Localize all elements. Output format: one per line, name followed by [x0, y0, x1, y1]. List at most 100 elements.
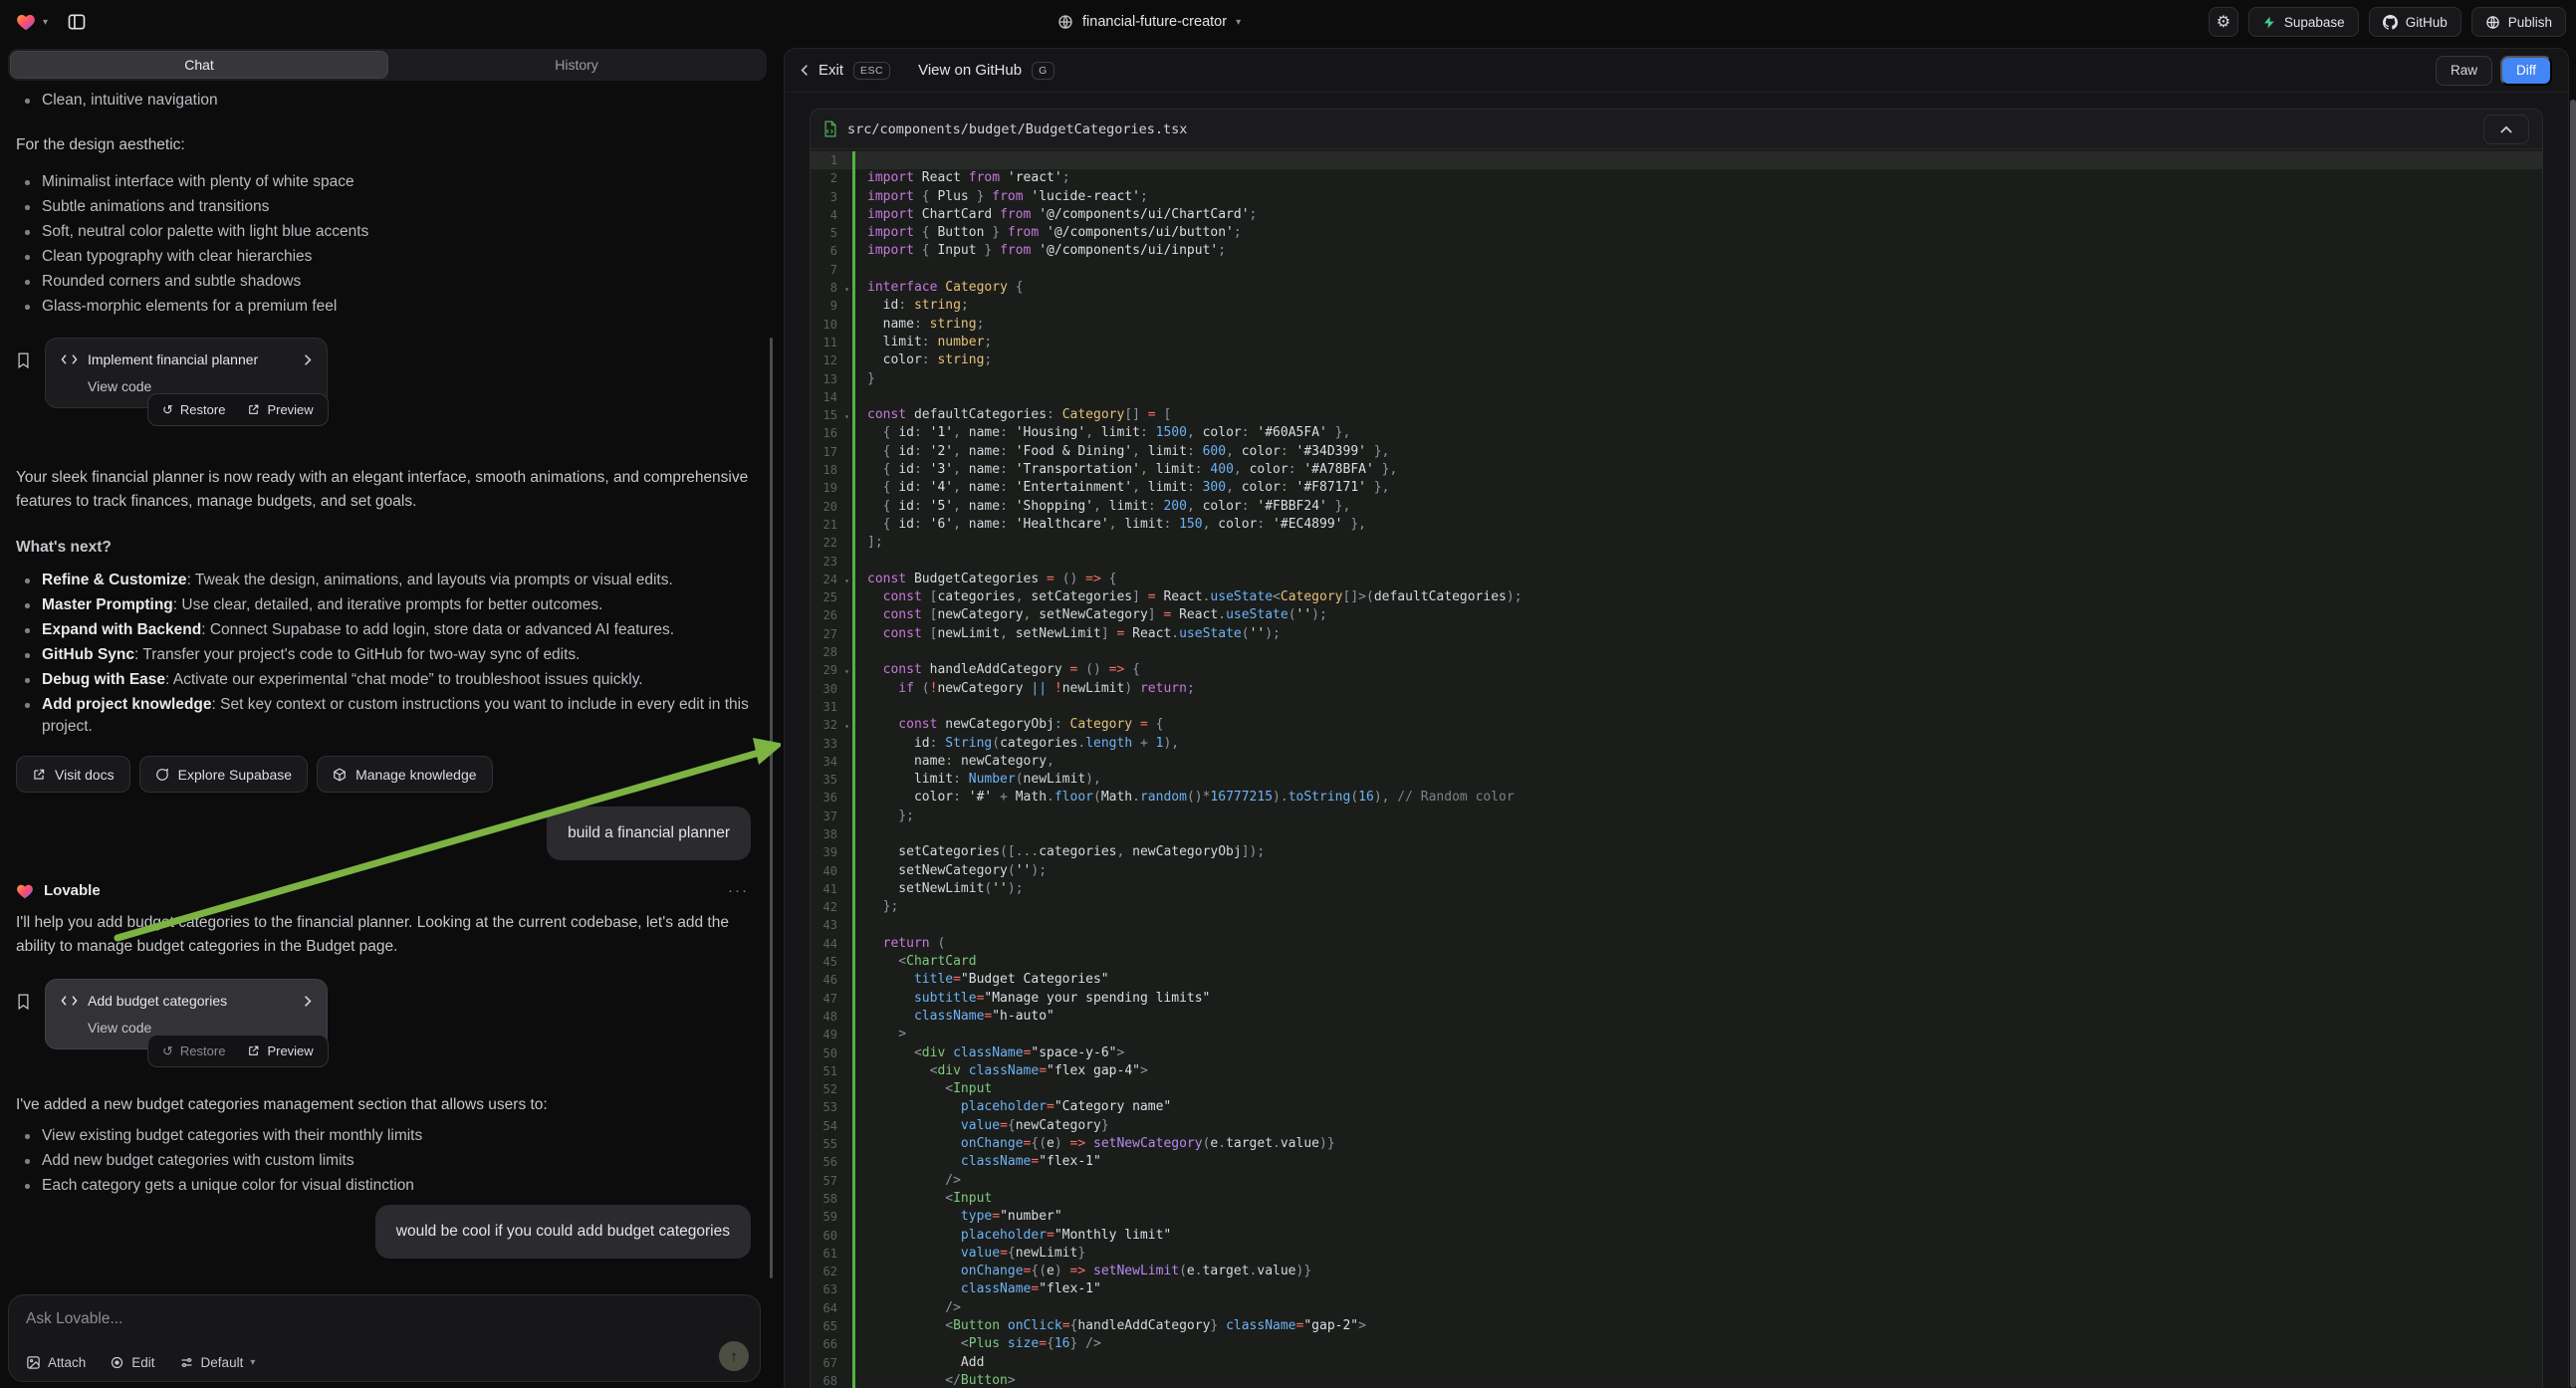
lovable-heart-logo: [16, 883, 34, 899]
chat-scrollbar[interactable]: [770, 338, 773, 1278]
chat-composer[interactable]: Ask Lovable... Attach Edit: [8, 1294, 761, 1382]
preview-button[interactable]: Preview: [236, 394, 324, 425]
assistant-header: Lovable ···: [16, 882, 755, 899]
code-line: 47 subtitle="Manage your spending limits…: [811, 990, 2542, 1008]
code-line: 55 onChange={(e) => setNewCategory(e.tar…: [811, 1135, 2542, 1153]
line-number: 24▾: [811, 571, 852, 588]
code-line: 66 <Plus size={16} />: [811, 1335, 2542, 1353]
code-editor[interactable]: 1 2import React from 'react';3import { P…: [811, 149, 2542, 1388]
manage-knowledge-button[interactable]: Manage knowledge: [317, 756, 492, 793]
code-line: 6import { Input } from '@/components/ui/…: [811, 242, 2542, 260]
view-code-link[interactable]: View code: [88, 378, 312, 394]
code-line: 51 <div className="flex gap-4">: [811, 1062, 2542, 1080]
code-line: 43: [811, 916, 2542, 934]
code-line: 36 color: '#' + Math.floor(Math.random()…: [811, 789, 2542, 807]
code-line: 7: [811, 261, 2542, 279]
code-line: 26 const [newCategory, setNewCategory] =…: [811, 606, 2542, 624]
suggestion-buttons-row: Visit docs Explore Supabase Manage knowl…: [16, 756, 755, 793]
restore-button[interactable]: ↺ Restore: [151, 1036, 236, 1066]
code-line: 35 limit: Number(newLimit),: [811, 771, 2542, 789]
view-code-link[interactable]: View code: [88, 1020, 312, 1036]
project-switcher[interactable]: financial-future-creator ▾: [1057, 0, 1241, 44]
code-line: 18 { id: '3', name: 'Transportation', li…: [811, 461, 2542, 479]
edit-mode-button[interactable]: Edit: [110, 1355, 154, 1370]
gear-icon: ⚙: [2217, 12, 2230, 32]
collapse-file-button[interactable]: [2483, 115, 2529, 144]
message-menu-icon[interactable]: ···: [728, 882, 755, 899]
code-line: 68 </Button>: [811, 1372, 2542, 1388]
code-line: 2import React from 'react';: [811, 169, 2542, 187]
line-number: 6: [811, 242, 852, 260]
chevron-down-icon: ▾: [250, 1357, 255, 1368]
user-message-row: would be cool if you could add budget ca…: [16, 1205, 755, 1259]
restore-preview-pill: ↺ Restore Preview: [147, 1035, 329, 1067]
code-line: 60 placeholder="Monthly limit": [811, 1227, 2542, 1245]
restore-button[interactable]: ↺ Restore: [151, 394, 236, 425]
line-number: 20: [811, 498, 852, 516]
publish-button[interactable]: Publish: [2471, 7, 2566, 37]
user-message-bubble: build a financial planner: [547, 807, 751, 860]
code-line: 19 { id: '4', name: 'Entertainment', lim…: [811, 479, 2542, 497]
send-button[interactable]: ↑: [719, 1341, 749, 1371]
code-line: 53 placeholder="Category name": [811, 1098, 2542, 1116]
bookmark-icon[interactable]: [16, 993, 31, 1049]
bookmark-icon[interactable]: [16, 351, 31, 408]
workspace-chevron-icon[interactable]: ▾: [43, 17, 48, 28]
preview-button[interactable]: Preview: [236, 1036, 324, 1066]
line-number: 30: [811, 680, 852, 698]
code-line: 8▾interface Category {: [811, 279, 2542, 297]
attach-button[interactable]: Attach: [26, 1355, 86, 1370]
list-item: GitHub Sync: Transfer your project's cod…: [16, 644, 755, 666]
external-link-icon: [32, 768, 46, 782]
page-scrollbar[interactable]: [2570, 100, 2576, 1388]
intro-bullet-list: Clean, intuitive navigation: [16, 90, 755, 112]
lovable-heart-logo[interactable]: [16, 13, 36, 31]
supabase-button[interactable]: Supabase: [2248, 7, 2359, 37]
image-icon: [26, 1355, 41, 1370]
line-number: 10: [811, 316, 852, 334]
mode-selector[interactable]: Default ▾: [179, 1355, 256, 1370]
line-number: 48: [811, 1008, 852, 1026]
chat-panel: Chat History Clean, intuitive navigation…: [0, 44, 781, 1388]
code-line: 39 setCategories([...categories, newCate…: [811, 843, 2542, 861]
code-line: 17 { id: '2', name: 'Food & Dining', lim…: [811, 443, 2542, 461]
globe-icon: [2485, 15, 2500, 30]
raw-toggle-button[interactable]: Raw: [2436, 56, 2492, 86]
sliders-icon: [179, 1355, 194, 1370]
exit-button[interactable]: Exit ESC: [801, 62, 890, 80]
composer-input[interactable]: Ask Lovable...: [26, 1310, 743, 1328]
file-header[interactable]: src/components/budget/BudgetCategories.t…: [811, 110, 2542, 149]
sidebar-toggle-icon[interactable]: [67, 12, 87, 32]
line-number: 64: [811, 1299, 852, 1317]
tab-history[interactable]: History: [388, 51, 765, 79]
explore-supabase-button[interactable]: Explore Supabase: [139, 756, 308, 793]
user-message-row: build a financial planner: [16, 807, 755, 860]
code-line: 15▾const defaultCategories: Category[] =…: [811, 406, 2542, 424]
github-button[interactable]: GitHub: [2369, 7, 2461, 37]
code-line: 64 />: [811, 1299, 2542, 1317]
version-card-title: Implement financial planner: [88, 351, 258, 367]
code-line: 44 return (: [811, 935, 2542, 953]
line-number: 14: [811, 388, 852, 406]
code-line: 57 />: [811, 1172, 2542, 1190]
diff-toggle-button[interactable]: Diff: [2500, 56, 2552, 86]
line-number: 56: [811, 1153, 852, 1171]
settings-button[interactable]: ⚙: [2209, 7, 2238, 37]
whats-next-heading: What's next?: [16, 536, 755, 560]
line-number: 38: [811, 825, 852, 843]
code-line: 12 color: string;: [811, 351, 2542, 369]
visit-docs-button[interactable]: Visit docs: [16, 756, 130, 793]
list-item: Soft, neutral color palette with light b…: [16, 221, 755, 243]
line-number: 4: [811, 206, 852, 224]
chat-history-tabs: Chat History: [8, 49, 767, 81]
view-on-github-button[interactable]: View on GitHub G: [918, 62, 1054, 80]
external-link-icon: [247, 403, 260, 416]
arrow-up-icon: ↑: [730, 1348, 738, 1365]
list-item: Debug with Ease: Activate our experiment…: [16, 669, 755, 691]
code-line: 30 if (!newCategory || !newLimit) return…: [811, 680, 2542, 698]
line-number: 3: [811, 188, 852, 206]
line-number: 28: [811, 643, 852, 661]
tab-chat[interactable]: Chat: [10, 51, 388, 79]
code-line: 52 <Input: [811, 1080, 2542, 1098]
workbench-header: Exit ESC View on GitHub G Raw Diff: [785, 49, 2568, 93]
